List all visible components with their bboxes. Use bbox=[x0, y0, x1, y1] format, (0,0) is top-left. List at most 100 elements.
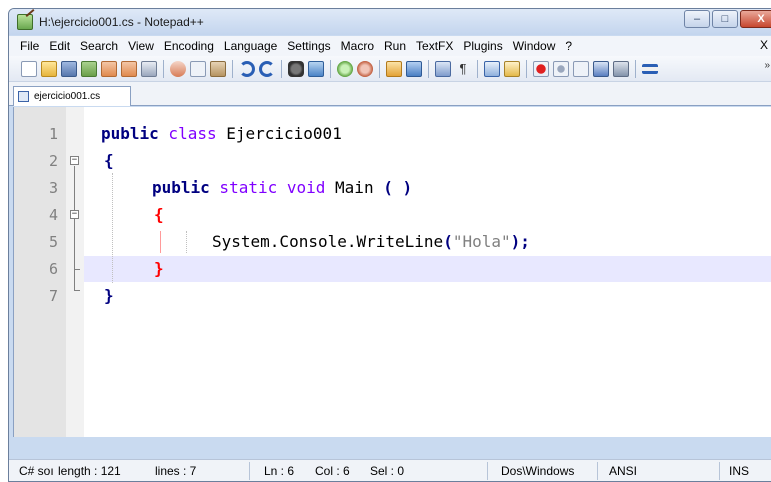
brace-match-guide bbox=[160, 231, 161, 253]
word-wrap-icon[interactable] bbox=[435, 60, 451, 77]
code-line: 5 System.Console.WriteLine("Hola"); bbox=[14, 229, 771, 255]
status-encoding[interactable]: ANSI bbox=[609, 464, 637, 478]
toolbar-separator bbox=[477, 59, 478, 78]
save-macro-icon[interactable] bbox=[613, 60, 629, 77]
menu-bar: File Edit Search View Encoding Language … bbox=[9, 36, 771, 56]
tab-ejercicio001[interactable]: ejercicio001.cs bbox=[13, 86, 131, 106]
menu-textfx[interactable]: TextFX bbox=[411, 39, 458, 53]
close-button[interactable]: X bbox=[740, 10, 771, 28]
play-macro-icon[interactable] bbox=[573, 60, 589, 77]
brace-token: } bbox=[154, 259, 164, 278]
code-text: } bbox=[104, 283, 114, 309]
menu-plugins[interactable]: Plugins bbox=[458, 39, 507, 53]
menu-macro[interactable]: Macro bbox=[336, 39, 379, 53]
code-text: System.Console.WriteLine("Hola"); bbox=[212, 229, 530, 255]
status-separator bbox=[487, 462, 488, 480]
status-eol-format[interactable]: Dos\Windows bbox=[501, 464, 574, 478]
stop-macro-icon[interactable] bbox=[553, 60, 569, 77]
status-line: Ln : 6 bbox=[264, 464, 295, 478]
menu-edit[interactable]: Edit bbox=[44, 39, 75, 53]
menu-search[interactable]: Search bbox=[75, 39, 123, 53]
line-number: 6 bbox=[48, 260, 58, 278]
close-file-icon[interactable] bbox=[101, 60, 117, 77]
close-all-icon[interactable] bbox=[121, 60, 137, 77]
toolbar-separator bbox=[526, 59, 527, 78]
code-line-current: 6 } bbox=[14, 256, 771, 282]
toolbar-separator bbox=[330, 59, 331, 78]
line-number: 5 bbox=[48, 233, 58, 251]
notepadpp-app-icon[interactable] bbox=[17, 14, 33, 30]
fold-toggle-icon[interactable]: − bbox=[70, 210, 79, 219]
replace-icon[interactable] bbox=[308, 60, 324, 77]
menu-help[interactable]: ? bbox=[560, 39, 577, 53]
print-icon[interactable] bbox=[141, 60, 157, 77]
close-document-button[interactable]: X bbox=[760, 38, 768, 52]
indent-guide-icon[interactable] bbox=[484, 60, 500, 77]
status-bar: C# soı length : 121 lines : 7 Ln : 6 Col… bbox=[9, 459, 771, 481]
save-all-icon[interactable] bbox=[81, 60, 97, 77]
indent-guide bbox=[112, 173, 113, 283]
window-controls: – □ X bbox=[682, 10, 771, 28]
code-editor[interactable]: 1 public class Ejercicio001 2 { 3 public… bbox=[13, 107, 771, 437]
keyword-token: void bbox=[277, 178, 326, 197]
line-number: 1 bbox=[48, 125, 58, 143]
run-macro-multiple-icon[interactable] bbox=[593, 60, 609, 77]
menu-view[interactable]: View bbox=[123, 39, 159, 53]
identifier-token: Main bbox=[325, 178, 374, 197]
minimize-button[interactable]: – bbox=[684, 10, 710, 28]
open-file-icon[interactable] bbox=[41, 60, 57, 77]
operator-token: ( bbox=[443, 232, 453, 251]
status-selection: Sel : 0 bbox=[370, 464, 405, 478]
code-text: public class Ejercicio001 bbox=[101, 121, 342, 147]
toolbar-separator bbox=[379, 59, 380, 78]
keyword-token: public bbox=[152, 178, 210, 197]
window-title: H:\ejercicio001.cs - Notepad++ bbox=[39, 15, 204, 29]
line-number: 7 bbox=[48, 287, 58, 305]
status-insert-mode[interactable]: INS bbox=[729, 464, 749, 478]
string-token: "Hola" bbox=[452, 232, 511, 251]
undo-icon[interactable] bbox=[239, 60, 255, 77]
brace-token: } bbox=[104, 286, 114, 305]
code-line: 4 { bbox=[14, 202, 771, 228]
menu-encoding[interactable]: Encoding bbox=[159, 39, 219, 53]
new-file-icon[interactable] bbox=[21, 60, 37, 77]
menu-window[interactable]: Window bbox=[508, 39, 561, 53]
line-number: 2 bbox=[48, 152, 58, 170]
toolbar: ¶ » bbox=[9, 56, 771, 82]
menu-file[interactable]: File bbox=[15, 39, 44, 53]
title-bar[interactable]: H:\ejercicio001.cs - Notepad++ – □ X bbox=[9, 9, 771, 35]
show-all-chars-icon[interactable]: ¶ bbox=[455, 61, 471, 77]
line-number: 3 bbox=[48, 179, 58, 197]
code-text: public static void Main ( ) bbox=[152, 175, 412, 201]
identifier-token: Ejercicio001 bbox=[216, 124, 342, 143]
menu-language[interactable]: Language bbox=[219, 39, 282, 53]
cut-icon[interactable] bbox=[170, 60, 186, 77]
paste-icon[interactable] bbox=[210, 60, 226, 77]
toolbar-separator bbox=[428, 59, 429, 78]
toolbar-overflow-icon[interactable]: » bbox=[764, 60, 770, 71]
status-length: length : 121 bbox=[58, 464, 121, 478]
code-line: 3 public static void Main ( ) bbox=[14, 175, 771, 201]
operator-token: ); bbox=[510, 232, 530, 251]
maximize-button[interactable]: □ bbox=[712, 10, 738, 28]
menu-run[interactable]: Run bbox=[379, 39, 411, 53]
copy-icon[interactable] bbox=[190, 60, 206, 77]
zoom-out-icon[interactable] bbox=[357, 60, 373, 77]
zoom-in-icon[interactable] bbox=[337, 60, 353, 77]
find-icon[interactable] bbox=[288, 60, 304, 77]
redo-icon[interactable] bbox=[259, 60, 275, 77]
sync-vertical-icon[interactable] bbox=[386, 60, 402, 77]
record-macro-icon[interactable] bbox=[533, 60, 549, 77]
sync-horizontal-icon[interactable] bbox=[406, 60, 422, 77]
brace-token: { bbox=[154, 205, 164, 224]
user-lang-icon[interactable] bbox=[504, 60, 520, 77]
code-text: { bbox=[154, 202, 164, 228]
menu-settings[interactable]: Settings bbox=[282, 39, 335, 53]
status-lines: lines : 7 bbox=[155, 464, 197, 478]
brace-token: { bbox=[104, 151, 114, 170]
textfx-icon[interactable] bbox=[642, 63, 658, 74]
keyword-token: public bbox=[101, 124, 159, 143]
fold-toggle-icon[interactable]: − bbox=[70, 156, 79, 165]
fold-line bbox=[74, 166, 75, 290]
save-icon[interactable] bbox=[61, 60, 77, 77]
